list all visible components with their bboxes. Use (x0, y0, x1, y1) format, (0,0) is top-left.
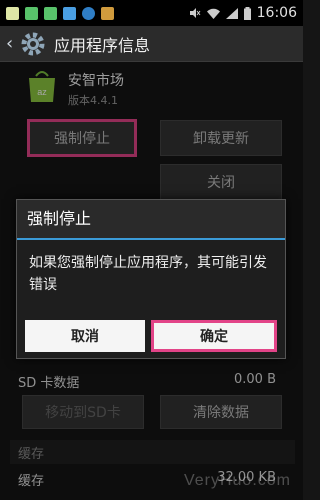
confirm-button[interactable]: 确定 (151, 320, 277, 352)
force-stop-dialog: 强制停止 如果您强制停止应用程序，其可能引发错误 取消 确定 (16, 199, 286, 359)
page-title: 应用程序信息 (54, 35, 151, 55)
battery-icon (243, 6, 251, 20)
watermark: VeryHuo.com (183, 472, 291, 489)
wifi-icon (206, 8, 220, 19)
wechat-icon (25, 6, 38, 20)
status-bar: 16:06 (0, 0, 303, 26)
signal-icon (225, 7, 238, 19)
mute-icon (189, 8, 201, 18)
dialog-message: 如果您强制停止应用程序，其可能引发错误 (29, 255, 267, 293)
dialog-buttons: 取消 确定 (25, 320, 277, 352)
notification-icons (6, 6, 114, 20)
pinwheel-icon (63, 6, 76, 20)
image-icon (101, 6, 114, 20)
action-bar: ‹ 应用程序信息 (0, 26, 303, 62)
dialog-title: 强制停止 (17, 200, 285, 240)
cancel-button[interactable]: 取消 (25, 320, 145, 352)
chat-icon (6, 6, 19, 20)
sync-icon (82, 6, 95, 20)
back-icon[interactable]: ‹ (6, 33, 18, 54)
gear-icon[interactable] (20, 31, 46, 57)
wechat-icon-2 (44, 6, 57, 20)
clock: 16:06 (256, 5, 297, 21)
